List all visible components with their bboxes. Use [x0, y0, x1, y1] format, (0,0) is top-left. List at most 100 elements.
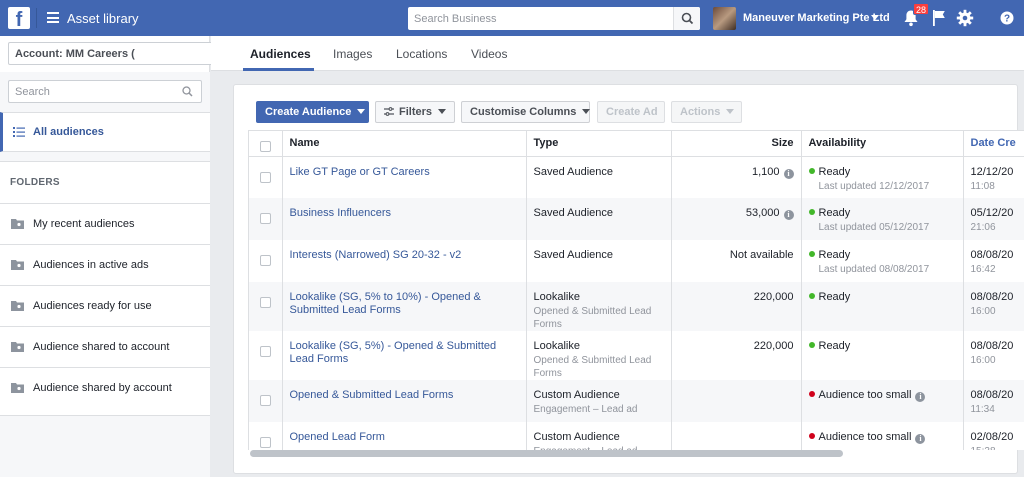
audience-name-link[interactable]: Lookalike (SG, 5%) - Opened & Submitted … [290, 340, 497, 365]
availability-last-updated: Last updated 12/12/2017 [818, 180, 930, 192]
table-header-row: Name Type Size Availability Date Cre [249, 131, 1024, 157]
audience-name-link[interactable]: Like GT Page or GT Careers [290, 166, 430, 178]
row-select-cell [249, 240, 283, 282]
audience-name-link[interactable]: Opened Lead Form [290, 431, 385, 443]
active-tab-indicator [243, 68, 314, 71]
availability-status: Ready [818, 165, 851, 178]
size-cell: 220,000 [671, 282, 802, 331]
chevron-down-icon[interactable] [871, 15, 879, 20]
status-dot-icon [808, 251, 815, 257]
business-name[interactable]: Maneuver Marketing Pte Ltd [743, 12, 890, 24]
audience-name-link[interactable]: Lookalike (SG, 5% to 10%) - Opened & Sub… [290, 291, 481, 316]
business-search-button[interactable] [673, 7, 700, 30]
folder-item[interactable]: Audiences in active ads [0, 245, 210, 286]
row-checkbox[interactable] [260, 395, 271, 406]
table-row[interactable]: Like GT Page or GT Careers Saved Audience… [249, 156, 1024, 198]
audience-name-link[interactable]: Opened & Submitted Lead Forms [290, 389, 454, 401]
time-created: 16:00 [970, 355, 996, 366]
customise-columns-button[interactable]: Customise Columns [461, 101, 591, 123]
date-created-cell: 08/08/20 16:00 [963, 282, 1024, 331]
info-icon[interactable]: i [915, 434, 926, 444]
account-selector[interactable]: Account: MM Careers ( [8, 42, 229, 65]
filters-button[interactable]: Filters [375, 101, 455, 123]
info-icon[interactable]: i [915, 392, 926, 402]
select-all-checkbox[interactable] [260, 140, 271, 152]
table-row[interactable]: Lookalike (SG, 5% to 10%) - Opened & Sub… [249, 282, 1024, 331]
availability-last-updated: Last updated 08/08/2017 [818, 264, 930, 275]
select-all-cell [249, 131, 283, 157]
actions-button[interactable]: Actions [671, 101, 742, 123]
help-icon[interactable]: ? [1000, 11, 1014, 25]
folder-item[interactable]: Audience shared to account [0, 327, 210, 368]
create-ad-button[interactable]: Create Ad [597, 101, 665, 123]
availability-status: Audience too small [818, 431, 912, 443]
horizontal-scrollbar[interactable] [250, 450, 843, 457]
availability-status: Ready [818, 340, 851, 352]
audience-type: Saved Audience [533, 249, 614, 261]
table-row[interactable]: Business Influencers Saved Audience 53,000… [249, 198, 1024, 240]
column-header-type[interactable]: Type [526, 131, 672, 157]
availability-cell: Audience too small i [801, 422, 964, 450]
column-header-date-created[interactable]: Date Cre [963, 131, 1024, 157]
topbar-divider [36, 8, 37, 28]
table-row[interactable]: Lookalike (SG, 5%) - Opened & Submitted … [249, 331, 1024, 380]
column-header-availability[interactable]: Availability [801, 131, 964, 157]
column-header-size[interactable]: Size [671, 131, 802, 157]
time-created: 16:42 [970, 264, 996, 275]
row-checkbox[interactable] [260, 297, 271, 308]
business-search-input[interactable] [408, 7, 672, 30]
audience-search-input[interactable] [9, 81, 179, 102]
chevron-down-icon [357, 109, 366, 114]
availability-cell: Ready Last updated 05/12/2017 [801, 198, 964, 240]
date-created: 08/08/20 [970, 340, 1014, 352]
type-cell: Lookalike Opened & Submitted Lead Forms [526, 282, 672, 331]
tab-videos[interactable]: Videos [471, 47, 507, 61]
name-cell: Interests (Narrowed) SG 20-32 - v2 [282, 240, 527, 282]
table-row[interactable]: Interests (Narrowed) SG 20-32 - v2 Saved … [249, 240, 1024, 282]
name-cell: Like GT Page or GT Careers [282, 156, 527, 198]
column-header-name[interactable]: Name [282, 131, 527, 157]
folder-item[interactable]: Audience shared by account [0, 368, 210, 409]
row-checkbox[interactable] [260, 213, 271, 224]
row-checkbox[interactable] [260, 346, 271, 357]
info-icon[interactable]: i [783, 210, 794, 220]
gear-icon[interactable] [956, 9, 974, 27]
sidebar-item-label: All audiences [33, 126, 104, 138]
hamburger-icon[interactable] [47, 12, 59, 23]
audience-type: Saved Audience [533, 165, 614, 178]
actions-label: Actions [680, 106, 721, 118]
availability-cell: Ready Last updated 12/12/2017 [801, 156, 964, 198]
folder-icon [11, 342, 24, 352]
tab-locations[interactable]: Locations [396, 47, 447, 61]
facebook-logo[interactable]: f [8, 7, 30, 29]
audiences-table: Name Type Size Availability Date Cre Lik… [249, 131, 1024, 450]
table-row[interactable]: Opened & Submitted Lead Forms Custom Audi… [249, 380, 1024, 422]
date-created: 08/08/20 [970, 291, 1014, 303]
info-icon[interactable]: i [783, 168, 794, 179]
tab-audiences[interactable]: Audiences [250, 47, 311, 61]
business-avatar[interactable] [713, 7, 736, 30]
folder-icon [11, 260, 24, 270]
size-cell: 220,000 [671, 331, 802, 380]
sidebar-item-all-audiences[interactable]: All audiences [0, 112, 210, 152]
flag-icon[interactable] [932, 9, 946, 27]
date-created: 12/12/20 [970, 165, 1014, 178]
date-created-cell: 08/08/20 11:34 [963, 380, 1024, 422]
row-checkbox[interactable] [260, 437, 271, 448]
row-checkbox[interactable] [260, 255, 271, 266]
list-icon [13, 127, 25, 137]
availability-last-updated: Last updated 05/12/2017 [818, 222, 930, 233]
audience-name-link[interactable]: Interests (Narrowed) SG 20-32 - v2 [290, 249, 462, 261]
audience-name-link[interactable]: Business Influencers [290, 207, 392, 219]
type-cell: Saved Audience [526, 240, 672, 282]
create-audience-button[interactable]: Create Audience [256, 101, 369, 123]
audience-size: 53,000 [745, 207, 780, 219]
row-select-cell [249, 331, 283, 380]
folder-item[interactable]: My recent audiences [0, 204, 210, 245]
tab-images[interactable]: Images [333, 47, 372, 61]
availability-status: Ready [818, 249, 851, 261]
app-title[interactable]: Asset library [67, 11, 139, 26]
row-checkbox[interactable] [260, 171, 271, 183]
table-row[interactable]: Opened Lead Form Custom AudienceEngagemen… [249, 422, 1024, 450]
folder-item[interactable]: Audiences ready for use [0, 286, 210, 327]
